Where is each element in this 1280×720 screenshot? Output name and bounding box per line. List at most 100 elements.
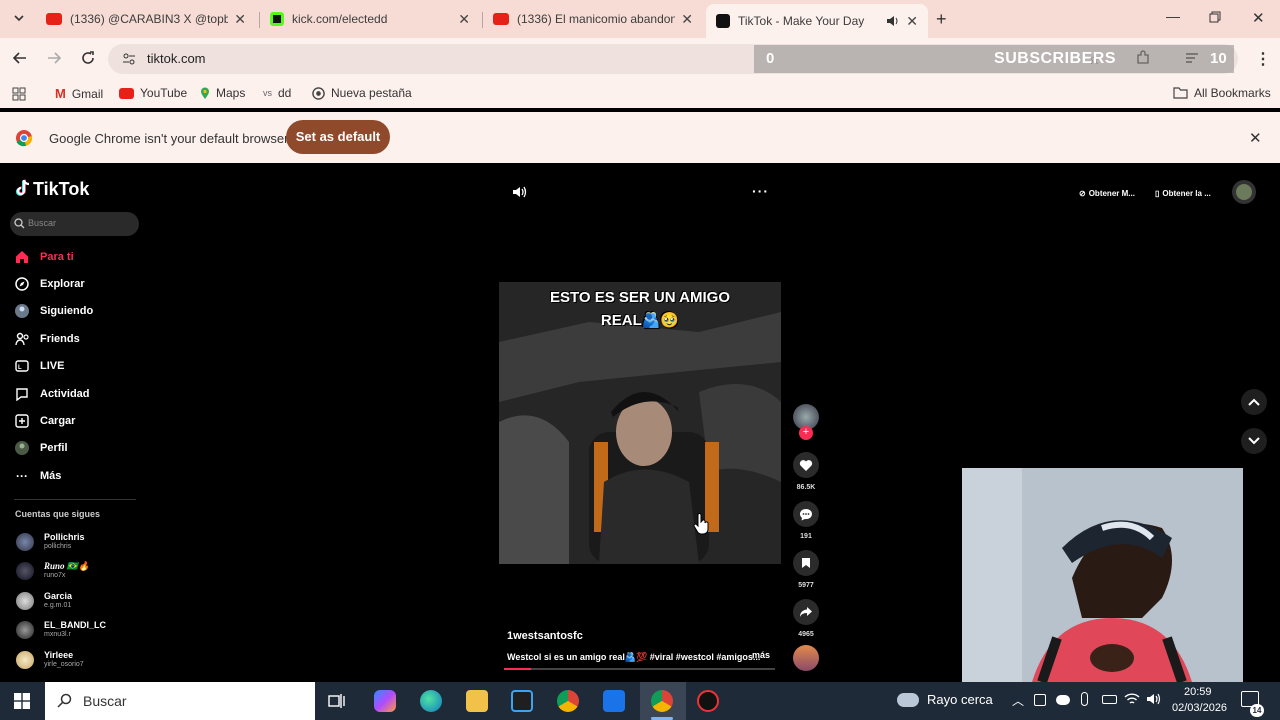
creator-avatar[interactable]: + <box>792 404 820 440</box>
nav-label: Friends <box>40 333 80 345</box>
minimize-icon[interactable]: — <box>1166 8 1180 24</box>
volume-icon[interactable] <box>512 185 527 199</box>
following-account[interactable]: Yirleee yirle_osorio7 <box>16 650 84 669</box>
clock-time[interactable]: 20:59 <box>1184 686 1212 698</box>
music-disc[interactable] <box>792 645 820 671</box>
onedrive-icon[interactable] <box>1056 695 1070 705</box>
avatar <box>16 650 34 669</box>
forward-icon[interactable] <box>47 51 61 65</box>
weather-widget[interactable]: Rayo cerca <box>897 692 993 707</box>
chevron-up-icon[interactable]: ︿ <box>1012 692 1024 709</box>
close-icon[interactable]: ✕ <box>906 13 918 30</box>
reload-icon[interactable] <box>81 51 95 65</box>
battery-icon[interactable] <box>1102 695 1117 704</box>
more-link[interactable]: más <box>752 650 770 660</box>
bookmark-new-tab[interactable]: Nueva pestaña <box>312 86 412 100</box>
nav-live[interactable]: L LIVE <box>14 358 64 374</box>
share-button[interactable]: 4965 <box>792 599 820 638</box>
volume-icon[interactable] <box>1146 692 1162 706</box>
nav-cargar[interactable]: Cargar <box>14 413 75 429</box>
microsoft-store-icon[interactable] <box>511 690 533 712</box>
microphone-icon[interactable] <box>1081 692 1088 706</box>
copilot-icon[interactable] <box>374 690 396 712</box>
next-video-button[interactable] <box>1241 428 1267 454</box>
follow-plus-icon[interactable]: + <box>799 426 813 440</box>
following-account[interactable]: Garcia e.g.m.01 <box>16 591 72 610</box>
get-desktop-app-button[interactable]: ▯ Obtener la ... <box>1155 183 1211 203</box>
tab-search-icon[interactable] <box>13 12 25 24</box>
tiktok-logo-icon[interactable] <box>15 179 31 197</box>
svg-text:L: L <box>18 365 22 371</box>
restore-icon[interactable] <box>1209 11 1221 23</box>
tiktok-logo-text[interactable]: TikTok <box>33 179 89 200</box>
following-account[interactable]: Runo 🇧🇷🔥 runo7x <box>16 561 89 580</box>
previous-video-button[interactable] <box>1241 389 1267 415</box>
clock-date[interactable]: 02/03/2026 <box>1172 702 1227 714</box>
task-view-icon[interactable] <box>328 693 346 709</box>
bookmark-gmail[interactable]: M Gmail <box>55 86 103 101</box>
video-options-icon[interactable]: ··· <box>752 183 769 199</box>
all-bookmarks[interactable]: All Bookmarks <box>1173 86 1271 100</box>
video-player[interactable]: ESTO ES SER UN AMIGO REAL🫂🥹 <box>499 282 781 564</box>
new-tab-icon[interactable]: + <box>936 9 947 30</box>
chrome-active-icon[interactable] <box>651 690 673 712</box>
nav-para-ti[interactable]: Para ti <box>14 249 74 265</box>
edge-icon[interactable] <box>420 690 442 712</box>
nav-explorar[interactable]: Explorar <box>14 276 85 292</box>
bookmark-youtube[interactable]: YouTube <box>119 86 187 100</box>
bookmark-maps[interactable]: Maps <box>200 86 245 100</box>
set-as-default-button[interactable]: Set as default <box>286 120 390 154</box>
following-account[interactable]: EL_BANDI_LC mxnu3l.r <box>16 620 106 639</box>
overlay-badge: 10 <box>1210 50 1227 67</box>
close-icon[interactable]: ✕ <box>458 11 470 28</box>
save-button[interactable]: 5977 <box>792 550 820 589</box>
tab-tiktok[interactable]: TikTok - Make Your Day ✕ <box>706 4 928 38</box>
nav-label: Para ti <box>40 251 74 263</box>
wifi-icon[interactable] <box>1124 692 1140 706</box>
window-close-icon[interactable]: ✕ <box>1252 9 1265 27</box>
nav-mas[interactable]: ··· Más <box>14 468 61 484</box>
avatar <box>16 620 34 639</box>
get-app-button[interactable]: ⊘ Obtener M... <box>1079 183 1135 203</box>
tab-kick[interactable]: kick.com/electedd ✕ <box>260 4 480 34</box>
speaker-icon[interactable] <box>886 15 900 27</box>
close-icon[interactable]: ✕ <box>681 11 693 28</box>
obs-icon[interactable] <box>697 690 719 712</box>
save-count: 5977 <box>798 582 814 589</box>
site-info-icon[interactable] <box>122 52 136 66</box>
tab-title: TikTok - Make Your Day <box>738 14 865 28</box>
tab-youtube-1[interactable]: (1336) @CARABIN3 X @topboy ✕ <box>36 4 256 34</box>
menu-dots-icon[interactable]: ⋮ <box>1255 49 1271 69</box>
bookmark-label: Maps <box>216 86 246 100</box>
url-text[interactable]: tiktok.com <box>147 51 206 66</box>
nav-actividad[interactable]: Actividad <box>14 386 90 402</box>
nav-perfil[interactable]: Perfil <box>14 440 68 456</box>
outlook-icon[interactable] <box>603 690 625 712</box>
video-progress-bar[interactable] <box>504 668 775 670</box>
file-explorer-icon[interactable] <box>466 690 488 712</box>
bookmark-dd[interactable]: vs dd <box>263 86 291 100</box>
comment-button[interactable]: 191 <box>792 501 820 540</box>
tray-device-icon[interactable] <box>1034 694 1046 706</box>
following-account[interactable]: Pollichris pollichris <box>16 532 85 551</box>
nav-friends[interactable]: Friends <box>14 331 80 347</box>
infobar-close-icon[interactable]: ✕ <box>1249 129 1262 147</box>
windows-start-icon[interactable] <box>14 693 30 709</box>
apps-grid-icon[interactable] <box>12 87 26 101</box>
user-avatar[interactable] <box>1232 180 1256 204</box>
avatar <box>16 532 34 551</box>
like-button[interactable]: 86.5K <box>792 452 820 491</box>
video-author[interactable]: 1westsantosfc <box>507 630 583 642</box>
search-input[interactable]: Buscar <box>10 212 139 236</box>
tab-title: (1336) El manicomio abandona <box>517 12 676 26</box>
search-icon <box>57 693 72 708</box>
close-icon[interactable]: ✕ <box>234 11 246 28</box>
nav-siguiendo[interactable]: Siguiendo <box>14 303 93 319</box>
heart-icon <box>793 452 819 478</box>
account-handle: runo7x <box>44 572 66 579</box>
back-icon[interactable] <box>13 51 27 65</box>
taskbar-search[interactable]: Buscar <box>45 682 315 720</box>
tab-youtube-2[interactable]: (1336) El manicomio abandona ✕ <box>483 4 703 34</box>
chrome-icon[interactable] <box>557 690 579 712</box>
avatar <box>16 561 34 580</box>
